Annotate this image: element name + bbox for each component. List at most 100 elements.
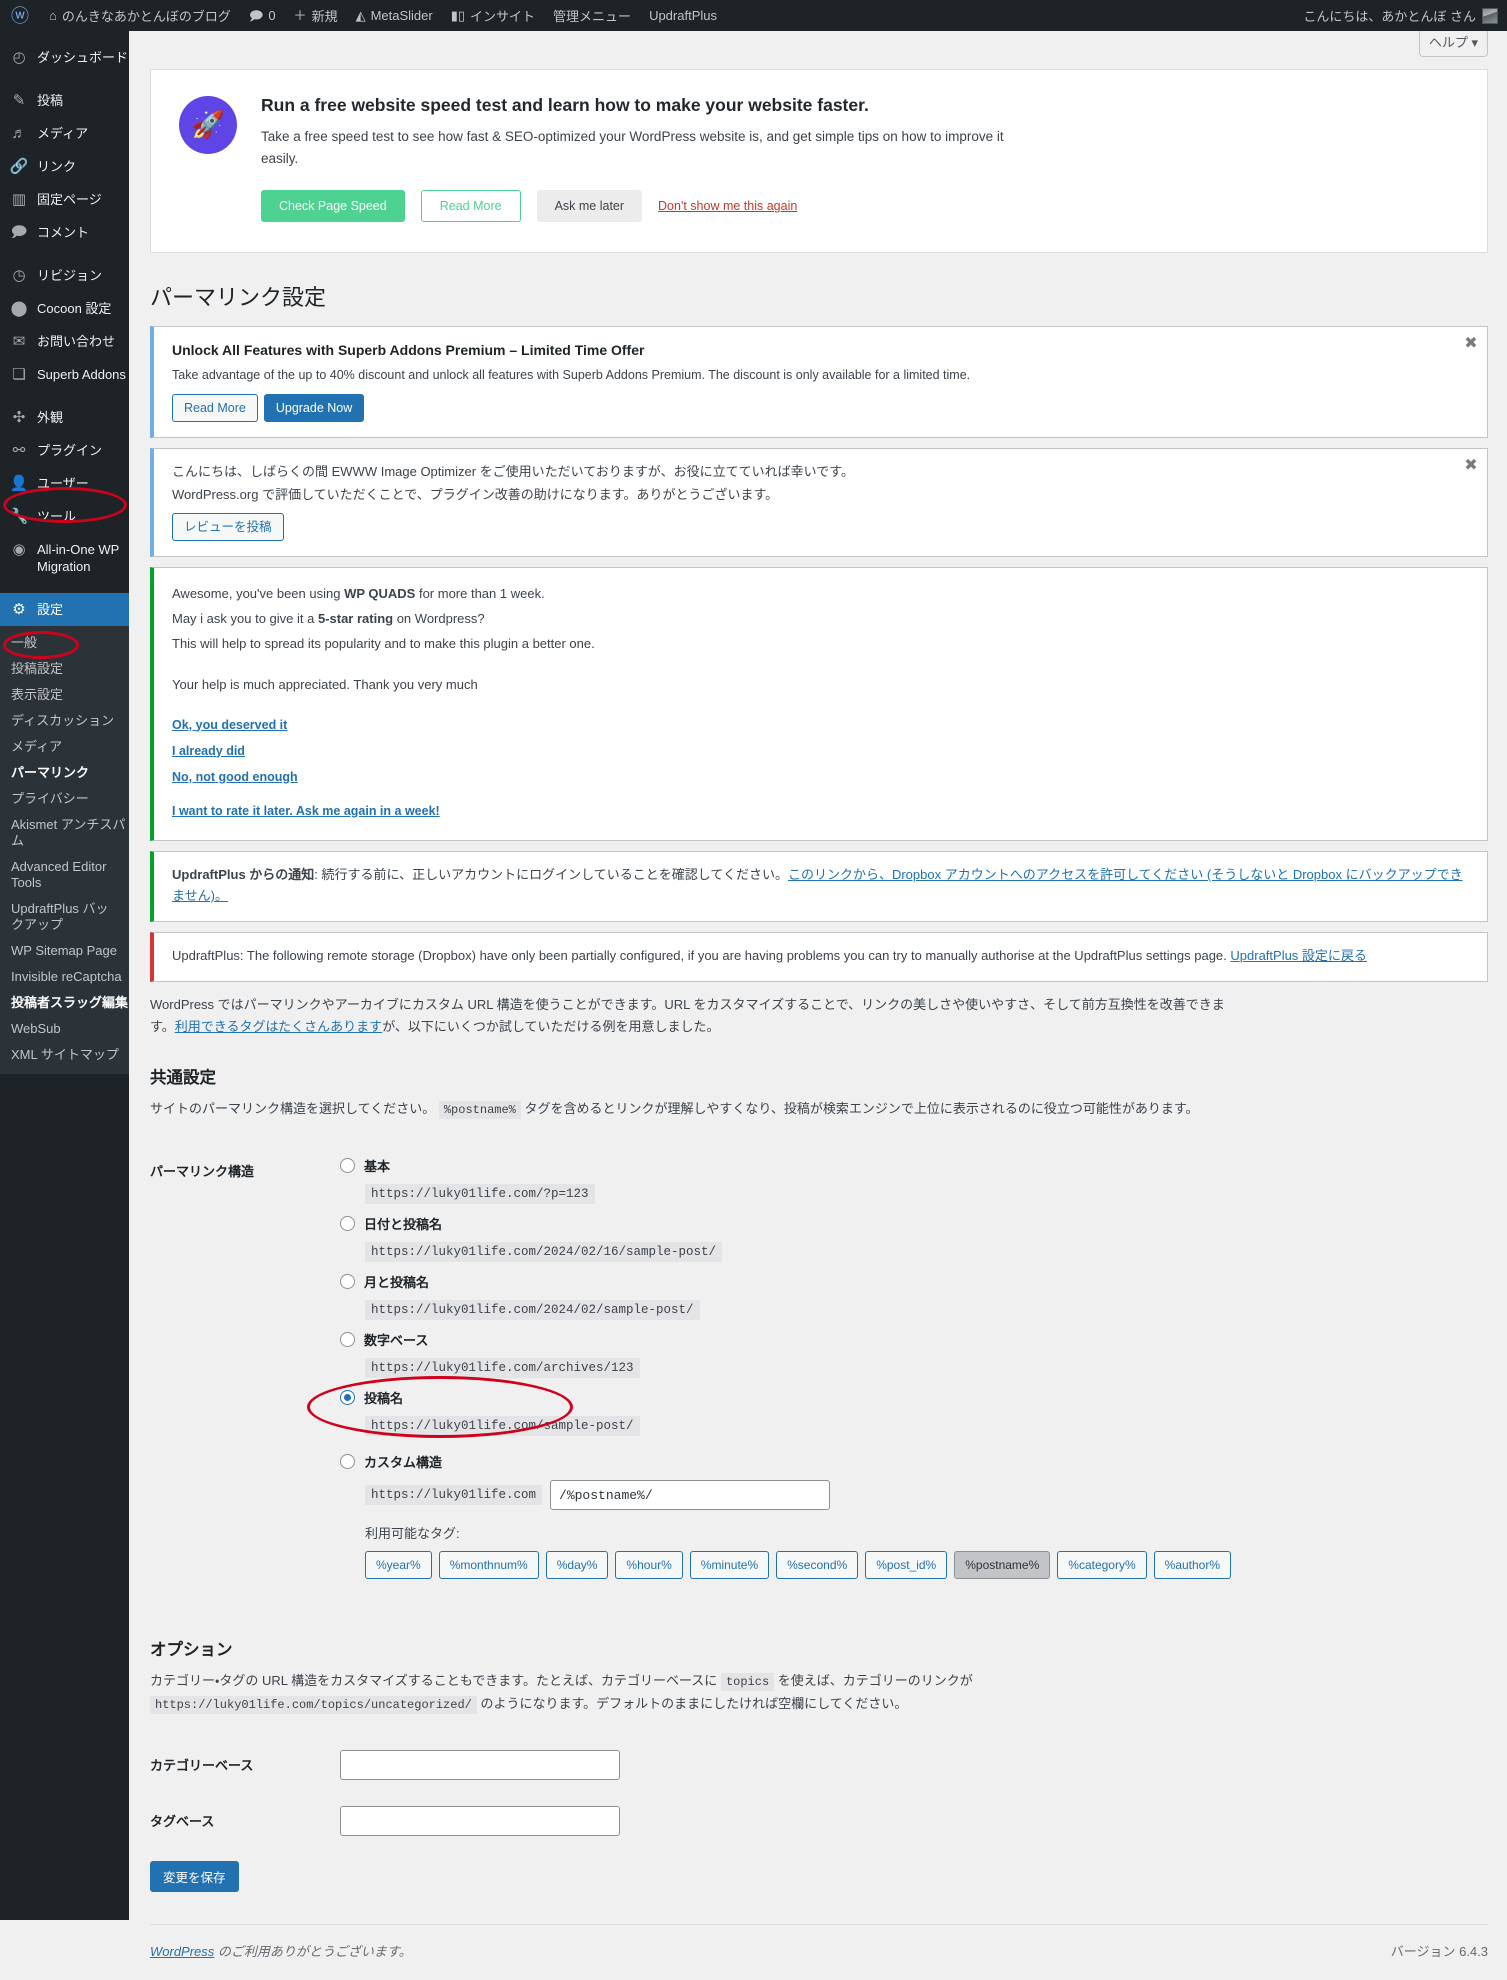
radio-custom[interactable]	[340, 1454, 355, 1470]
submenu-item-advanced-editor-tools[interactable]: Advanced Editor Tools	[0, 854, 129, 896]
custom-structure-input[interactable]	[550, 1480, 831, 1511]
close-circle-icon[interactable]: ✖	[1457, 451, 1485, 479]
radio-label-plain[interactable]: 基本	[340, 1156, 1478, 1175]
menu-separator	[0, 249, 129, 259]
radio-label-numeric[interactable]: 数字ベース	[340, 1330, 1478, 1349]
category-base-input[interactable]	[340, 1750, 620, 1781]
sidebar-item-posts[interactable]: ✎ 投稿	[0, 84, 129, 117]
sidebar-item-contact[interactable]: ✉ お問い合わせ	[0, 325, 129, 358]
appearance-icon: ✣	[12, 409, 26, 426]
tag-chip-year[interactable]: %year%	[365, 1551, 432, 1580]
quads-link-no[interactable]: No, not good enough	[172, 770, 1469, 784]
help-tab-button[interactable]: ヘルプ ▾	[1418, 31, 1488, 57]
admin-menu-button[interactable]: 管理メニュー	[544, 0, 640, 31]
tag-chip-post-id[interactable]: %post_id%	[865, 1551, 948, 1580]
sidebar-item-comments[interactable]: 🗩 コメント	[0, 216, 129, 249]
radio-month-name-label: 月と投稿名	[364, 1275, 430, 1291]
quads-link-later[interactable]: I want to rate it later. Ask me again in…	[172, 804, 1469, 818]
radio-post-name[interactable]	[340, 1390, 355, 1406]
sidebar-item-all-in-one-wp-migration[interactable]: ◉ All-in-One WP Migration	[0, 533, 129, 583]
sidebar-item-superb-addons[interactable]: ❏ Superb Addons	[0, 358, 129, 391]
sidebar-label: ツール	[37, 509, 77, 524]
submenu-item-invisible-recaptcha[interactable]: Invisible reCaptcha	[0, 964, 129, 990]
updraft-settings-link[interactable]: UpdraftPlus 設定に戻る	[1230, 948, 1367, 963]
save-changes-button[interactable]: 変更を保存	[150, 1861, 239, 1893]
radio-label-day-name[interactable]: 日付と投稿名	[340, 1214, 1478, 1233]
submenu-item-media[interactable]: メディア	[0, 734, 129, 760]
radio-plain[interactable]	[340, 1158, 355, 1174]
new-content-button[interactable]: ＋ 新規	[285, 0, 347, 31]
submenu-item-author-slug-edit[interactable]: 投稿者スラッグ編集	[0, 990, 129, 1016]
tag-base-cell	[330, 1793, 1488, 1849]
speed-test-banner: 🚀 Run a free website speed test and lear…	[150, 69, 1488, 254]
tag-chip-category[interactable]: %category%	[1057, 1551, 1147, 1580]
submenu-item-websub[interactable]: WebSub	[0, 1016, 129, 1042]
submenu-item-permalinks[interactable]: パーマリンク	[0, 760, 129, 786]
sidebar-item-plugins[interactable]: ⚯ プラグイン	[0, 434, 129, 467]
category-base-label: カテゴリーベース	[150, 1758, 254, 1774]
settings-icon: ⚙	[12, 601, 26, 618]
sidebar-item-dashboard[interactable]: ◴ ダッシュボード	[0, 41, 129, 74]
superb-read-more-button[interactable]: Read More	[172, 394, 258, 423]
close-circle-icon[interactable]: ✖	[1457, 329, 1485, 357]
radio-day-name[interactable]	[340, 1216, 355, 1232]
ask-me-later-button[interactable]: Ask me later	[536, 190, 643, 223]
submenu-item-updraftplus-backup[interactable]: UpdraftPlus バックアップ	[0, 896, 110, 938]
notice-superb-heading: Unlock All Features with Superb Addons P…	[172, 342, 645, 359]
sidebar-item-media[interactable]: ♬ メディア	[0, 117, 129, 150]
quads-link-ok[interactable]: Ok, you deserved it	[172, 718, 1469, 732]
tag-chip-monthnum[interactable]: %monthnum%	[438, 1551, 539, 1580]
sidebar-item-users[interactable]: 👤 ユーザー	[0, 467, 129, 500]
metaslider-button[interactable]: ◭ MetaSlider	[347, 0, 442, 31]
radio-option-day-name: 日付と投稿名 https://luky01life.com/2024/02/16…	[340, 1214, 1478, 1263]
submenu-item-discussion[interactable]: ディスカッション	[0, 708, 129, 734]
wordpress-link[interactable]: WordPress	[150, 1944, 214, 1959]
sidebar-item-tools[interactable]: 🔧 ツール	[0, 500, 129, 533]
insights-button[interactable]: ▮▯ インサイト	[442, 0, 544, 31]
common-settings-heading: 共通設定	[150, 1069, 216, 1088]
submenu-item-akismet[interactable]: Akismet アンチスパム	[0, 812, 129, 854]
tag-chip-hour[interactable]: %hour%	[615, 1551, 683, 1580]
permalink-structure-options: 基本 https://luky01life.com/?p=123 日付と投稿名 …	[307, 1143, 1488, 1602]
available-tags-link[interactable]: 利用できるタグはたくさんあります	[175, 1019, 382, 1034]
comments-count: 0	[268, 8, 276, 23]
submenu-item-privacy[interactable]: プライバシー	[0, 786, 129, 812]
rocket-icon: 🚀	[179, 96, 237, 154]
radio-month-name[interactable]	[340, 1274, 355, 1290]
radio-label-custom[interactable]: カスタム構造	[340, 1452, 1478, 1471]
wordpress-logo-button[interactable]: ⓦ	[0, 0, 40, 31]
tag-chip-minute[interactable]: %minute%	[689, 1551, 770, 1580]
quads-line-1: Awesome, you've been using WP QUADS for …	[172, 584, 1469, 605]
my-account-button[interactable]: こんにちは、あかとんぼ さん	[1294, 0, 1476, 31]
tag-chip-second[interactable]: %second%	[776, 1551, 859, 1580]
submenu-item-reading[interactable]: 表示設定	[0, 682, 129, 708]
sidebar-item-cocoon[interactable]: ⬤ Cocoon 設定	[0, 292, 129, 325]
submenu-item-general[interactable]: 一般	[0, 630, 129, 656]
post-review-button[interactable]: レビューを投稿	[172, 513, 284, 542]
submenu-item-xml-sitemap[interactable]: XML サイトマップ	[0, 1042, 129, 1068]
comments-button[interactable]: 🗩 0	[240, 0, 285, 31]
quads-link-already[interactable]: I already did	[172, 744, 1469, 758]
sidebar-item-pages[interactable]: ▥ 固定ページ	[0, 183, 129, 216]
site-name-button[interactable]: ⌂ のんきなあかとんぼのブログ	[40, 0, 240, 31]
submenu-item-writing[interactable]: 投稿設定	[0, 656, 129, 682]
tag-base-input[interactable]	[340, 1806, 620, 1837]
updraftplus-button[interactable]: UpdraftPlus	[640, 0, 726, 31]
sidebar-item-settings[interactable]: ⚙ 設定	[0, 593, 129, 626]
radio-label-month-name[interactable]: 月と投稿名	[340, 1272, 1478, 1291]
dont-show-again-link[interactable]: Don't show me this again	[658, 199, 797, 213]
read-more-button[interactable]: Read More	[420, 190, 521, 223]
available-tag-chips: %year% %monthnum% %day% %hour% %minute% …	[365, 1551, 1478, 1580]
updraft-error-body: UpdraftPlus: The following remote storag…	[172, 948, 1231, 964]
radio-label-post-name[interactable]: 投稿名	[340, 1388, 1478, 1407]
sidebar-item-revisions[interactable]: ◷ リビジョン	[0, 259, 129, 292]
tag-chip-postname[interactable]: %postname%	[954, 1551, 1051, 1580]
tag-chip-author[interactable]: %author%	[1153, 1551, 1232, 1580]
check-page-speed-button[interactable]: Check Page Speed	[261, 190, 405, 223]
tag-chip-day[interactable]: %day%	[545, 1551, 609, 1580]
radio-numeric[interactable]	[340, 1332, 355, 1348]
submenu-item-wp-sitemap-page[interactable]: WP Sitemap Page	[0, 938, 129, 964]
superb-upgrade-now-button[interactable]: Upgrade Now	[263, 394, 365, 423]
sidebar-item-appearance[interactable]: ✣ 外観	[0, 401, 129, 434]
sidebar-item-links[interactable]: 🔗 リンク	[0, 150, 129, 183]
